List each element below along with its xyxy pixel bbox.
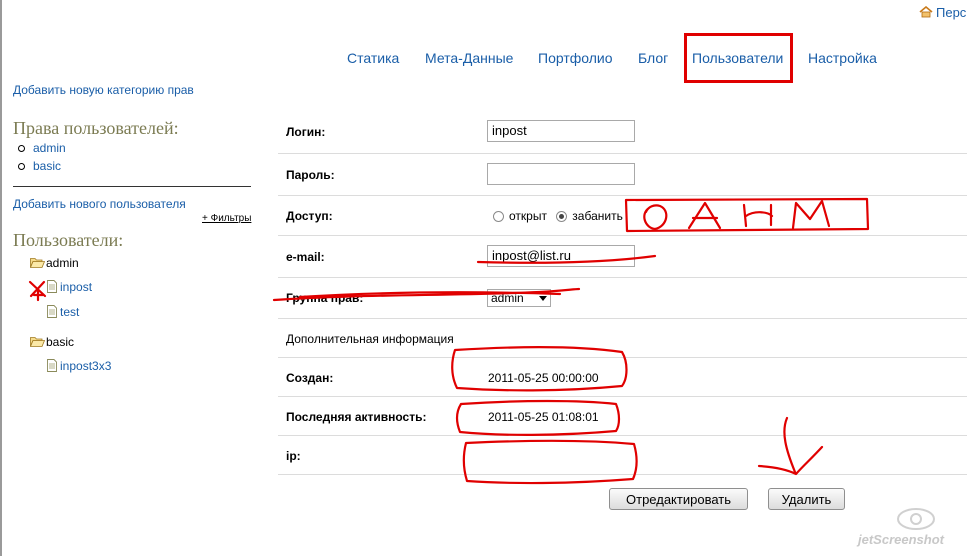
access-banned-label: забанить [572,209,623,223]
row-divider [278,357,967,358]
user-test-label[interactable]: test [60,305,79,319]
row-divider [278,277,967,278]
nav-item-metadata[interactable]: Мета-Данные [425,50,513,66]
rights-heading: Права пользователей: [13,118,179,138]
access-banned-radio[interactable] [556,211,568,222]
access-open-label: открыт [509,209,547,223]
document-icon [47,359,57,372]
annotation-letter-d [643,204,668,231]
annotation-cross [28,280,47,302]
window-border [0,0,2,556]
login-label: Логин: [286,125,326,139]
annotation-letter-h [742,203,774,228]
ip-label: ip: [286,449,301,463]
chevron-down-icon [539,296,547,301]
document-icon [47,305,57,318]
user-item-test[interactable]: test [47,305,79,319]
extra-info-heading: Дополнительная информация [286,332,454,346]
group-basic-label: basic [46,335,75,349]
annotation-letter-a [687,201,722,230]
delete-button[interactable]: Удалить [768,488,845,510]
email-input[interactable]: inpost@list.ru [487,245,635,267]
folder-open-icon [30,337,45,347]
access-options: открыт забанить [493,209,623,223]
annotation-box [624,197,870,233]
group-select[interactable]: admin [487,289,551,307]
access-open-radio[interactable] [493,211,504,222]
group-select-value: admin [491,291,524,305]
document-icon [47,280,57,293]
sidebar-divider [13,186,251,187]
group-admin-label: admin [46,256,79,270]
row-divider [278,474,967,475]
last-activity-value: 2011-05-25 01:08:01 [488,410,599,424]
user-item-inpost3x3[interactable]: inpost3x3 [47,359,111,373]
users-heading: Пользователи: [13,230,124,250]
row-divider [278,235,967,236]
group-basic[interactable]: basic [30,335,74,349]
home-icon [919,6,933,18]
email-label: e-mail: [286,250,325,264]
rights-item-basic[interactable]: basic [33,159,61,173]
rights-item: basic [18,157,66,175]
add-category-link[interactable]: Добавить новую категорию прав [13,83,194,97]
rights-item-admin[interactable]: admin [33,141,66,155]
watermark: jetScreenshot [856,505,966,553]
group-label: Группа прав: [286,291,364,305]
row-divider [278,318,967,319]
user-inpost-label[interactable]: inpost [60,280,92,294]
annotation-circle-ip [462,439,638,485]
nav-item-portfolio[interactable]: Портфолио [538,50,613,66]
row-divider [278,435,967,436]
nav-item-static[interactable]: Статика [347,50,399,66]
user-item-inpost[interactable]: inpost [47,280,92,294]
password-label: Пароль: [286,168,335,182]
access-label: Доступ: [286,209,333,223]
group-admin[interactable]: admin [30,256,79,270]
row-divider [278,153,967,154]
top-right-link-label[interactable]: Перс [936,5,966,20]
password-input[interactable] [487,163,635,185]
watermark-text: jetScreenshot [858,532,944,547]
user-inpost3x3-label[interactable]: inpost3x3 [60,359,111,373]
row-divider [278,396,967,397]
annotation-box-users-tab [684,33,793,83]
row-divider [278,195,967,196]
folder-open-icon [30,258,45,268]
edit-button[interactable]: Отредактировать [609,488,748,510]
created-value: 2011-05-25 00:00:00 [488,371,599,385]
rights-item: admin [18,139,66,157]
last-activity-label: Последняя активность: [286,410,427,424]
created-label: Создан: [286,371,334,385]
login-input[interactable]: inpost [487,120,635,142]
annotation-arrow [757,416,824,476]
rights-list: admin basic [18,139,66,175]
camera-logo-icon [897,508,935,530]
filters-link[interactable]: + Фильтры [202,213,251,224]
nav-item-blog[interactable]: Блог [638,50,668,66]
top-right-link[interactable]: Перс [919,5,966,20]
annotation-letter-m [791,199,831,230]
add-user-link[interactable]: Добавить нового пользователя [13,197,186,211]
nav-item-settings[interactable]: Настройка [808,50,877,66]
